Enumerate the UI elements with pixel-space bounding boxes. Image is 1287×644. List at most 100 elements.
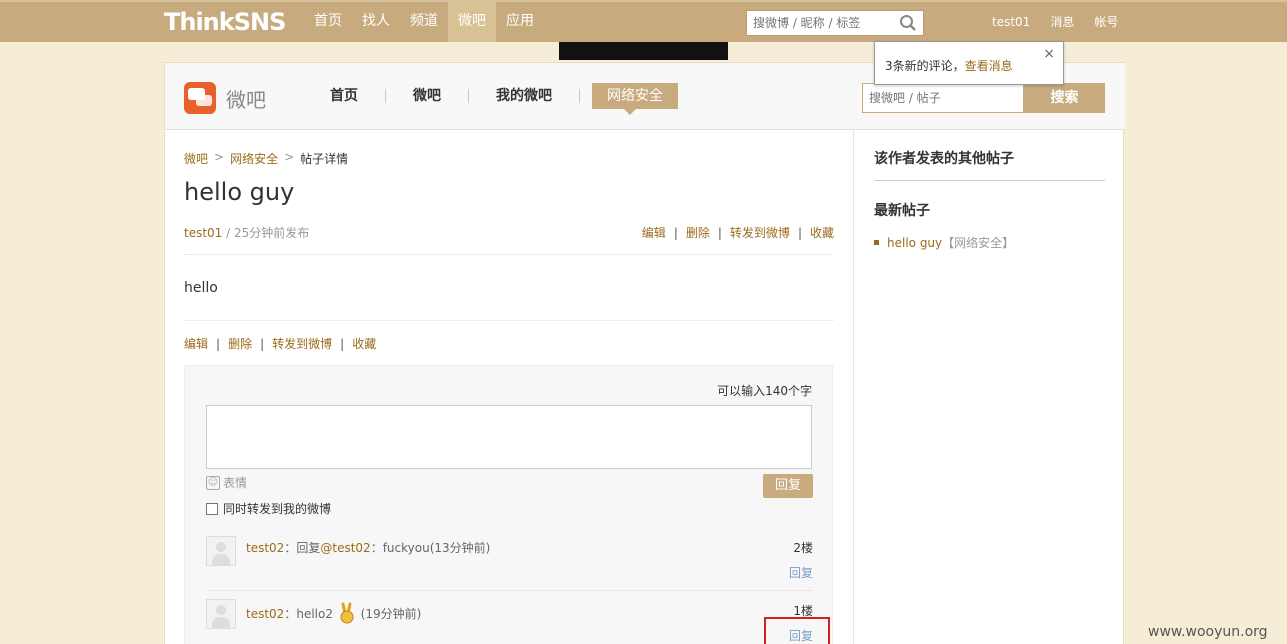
- smiley-icon: ☺: [206, 475, 220, 490]
- action-separator: |: [216, 336, 221, 351]
- comment-prefix: 回复: [296, 541, 321, 555]
- top-nav-weiba[interactable]: 微吧: [448, 2, 496, 42]
- user-name-link[interactable]: test01: [992, 2, 1030, 42]
- breadcrumb: 微吧 > 网络安全 > 帖子详情: [184, 150, 348, 167]
- top-nav-find-people[interactable]: 找人: [352, 2, 400, 42]
- avatar[interactable]: [206, 536, 236, 566]
- action-separator: |: [797, 225, 802, 240]
- breadcrumb-separator: >: [214, 150, 225, 164]
- comment-author[interactable]: test02: [246, 541, 284, 555]
- action-separator: |: [673, 225, 678, 240]
- account-link[interactable]: 帐号: [1094, 2, 1118, 42]
- divider: [184, 320, 834, 321]
- comment-floor: 2楼: [793, 541, 813, 555]
- notification-popup: 3条新的评论，查看消息 ×: [874, 41, 1064, 85]
- comment-divider: [206, 590, 813, 591]
- weiba-nav-my-weiba[interactable]: 我的微吧: [481, 83, 567, 109]
- bullet-icon: [874, 240, 879, 245]
- weiba-nav-network-security[interactable]: 网络安全: [592, 83, 678, 115]
- emoji-button[interactable]: ☺ 表情: [206, 474, 247, 491]
- weiba-logo-text: 微吧: [226, 88, 266, 112]
- breadcrumb-weiba[interactable]: 微吧: [184, 150, 208, 167]
- repost-link[interactable]: 转发到微博: [730, 224, 790, 241]
- comment-reply-link[interactable]: 回复: [789, 564, 813, 581]
- reply-submit-button[interactable]: 回复: [763, 474, 813, 498]
- divider: [184, 254, 834, 255]
- comment-colon: ：: [284, 541, 297, 555]
- watermark: www.wooyun.org: [1148, 624, 1268, 640]
- weiba-search-input[interactable]: [862, 83, 1024, 113]
- repost-checkbox[interactable]: [206, 502, 218, 515]
- notification-text: 3条新的评论，查看消息: [885, 57, 1013, 74]
- char-count: 可以输入140个字: [717, 384, 812, 398]
- top-nav: 首页 找人 频道 微吧 应用: [304, 2, 544, 42]
- comment-body: test02：回复@test02：fuckyou(13分钟前): [246, 539, 490, 556]
- top-search-input[interactable]: [747, 11, 897, 35]
- sidebar-heading-other-posts: 该作者发表的其他帖子: [874, 151, 1014, 167]
- weiba-nav: 首页 微吧 我的微吧 网络安全: [315, 83, 678, 115]
- weiba-search: 搜索: [862, 83, 1105, 113]
- post-actions-top: 编辑 | 删除 | 转发到微博 | 收藏: [642, 224, 834, 241]
- action-separator: |: [340, 336, 345, 351]
- top-nav-apps[interactable]: 应用: [496, 2, 544, 42]
- comment-body: test02：hello2 (19分钟前): [246, 602, 421, 624]
- sidebar-rule: [874, 180, 1105, 181]
- post-meta: test01 / 25分钟前发布: [184, 224, 309, 241]
- breadcrumb-separator: >: [284, 150, 295, 164]
- nav-divider: [468, 89, 469, 103]
- nav-divider: [579, 89, 580, 103]
- victory-hand-icon: [340, 602, 354, 624]
- search-icon[interactable]: [899, 14, 917, 32]
- breadcrumb-current: 帖子详情: [300, 152, 349, 166]
- latest-post-link[interactable]: hello guy: [887, 236, 942, 250]
- latest-post-tag: 【网络安全】: [942, 236, 1015, 250]
- comment-text: hello2: [296, 607, 333, 621]
- repost-label: 同时转发到我的微博: [223, 502, 332, 516]
- post-time: / 25分钟前发布: [222, 226, 310, 240]
- top-nav-channel[interactable]: 频道: [400, 2, 448, 42]
- weiba-nav-home[interactable]: 首页: [315, 83, 373, 109]
- delete-link[interactable]: 删除: [686, 224, 710, 241]
- sidebar-heading-latest: 最新帖子: [874, 203, 930, 219]
- latest-post-item: hello guy【网络安全】: [874, 234, 1014, 251]
- post-title: hello guy: [184, 178, 295, 206]
- view-messages-link[interactable]: 查看消息: [965, 59, 1013, 73]
- repost-checkbox-row: 同时转发到我的微博: [206, 500, 331, 517]
- action-separator: |: [260, 336, 265, 351]
- edit-link[interactable]: 编辑: [184, 335, 208, 352]
- top-bar: ThinkSNS 首页 找人 频道 微吧 应用 test01 消息 帐号: [0, 0, 1287, 42]
- weiba-search-button[interactable]: 搜索: [1024, 83, 1105, 113]
- avatar[interactable]: [206, 599, 236, 629]
- comment-text: fuckyou(13分钟前): [382, 541, 491, 555]
- sidebar-divider: [853, 130, 854, 644]
- favorite-link[interactable]: 收藏: [352, 335, 376, 352]
- delete-link[interactable]: 删除: [228, 335, 252, 352]
- comment-colon: ：: [284, 607, 297, 621]
- post-actions-bottom: 编辑 | 删除 | 转发到微博 | 收藏: [184, 335, 376, 352]
- nav-divider: [385, 89, 386, 103]
- user-links: test01 消息 帐号: [992, 2, 1118, 42]
- notification-message: 3条新的评论，: [885, 59, 965, 73]
- main-card: 微吧 首页 微吧 我的微吧 网络安全 搜索 微吧 > 网络安全 > 帖子详情 h…: [164, 62, 1125, 644]
- comment-colon: ：: [370, 541, 383, 555]
- repost-link[interactable]: 转发到微博: [272, 335, 332, 352]
- action-separator: |: [717, 225, 722, 240]
- edit-link[interactable]: 编辑: [642, 224, 666, 241]
- messages-link[interactable]: 消息: [1050, 2, 1074, 42]
- comment-mention[interactable]: @test02: [320, 541, 370, 555]
- weiba-nav-weiba[interactable]: 微吧: [398, 83, 456, 109]
- weiba-chat-icon: [184, 82, 216, 114]
- redacted-strip: [559, 42, 728, 60]
- breadcrumb-network-security[interactable]: 网络安全: [230, 150, 278, 167]
- emoji-label: 表情: [223, 476, 248, 490]
- close-icon[interactable]: ×: [1043, 46, 1055, 62]
- post-author-link[interactable]: test01: [184, 226, 222, 240]
- reply-textarea[interactable]: [206, 405, 812, 469]
- favorite-link[interactable]: 收藏: [810, 224, 834, 241]
- top-nav-home[interactable]: 首页: [304, 2, 352, 42]
- comment-time: (19分钟前): [360, 607, 422, 621]
- comment-author[interactable]: test02: [246, 607, 284, 621]
- reply-box: 可以输入140个字 ☺ 表情 回复 同时转发到我的微博 test02：回复@te…: [184, 365, 833, 644]
- thinksns-logo[interactable]: ThinkSNS: [164, 8, 286, 36]
- top-search: [746, 10, 924, 36]
